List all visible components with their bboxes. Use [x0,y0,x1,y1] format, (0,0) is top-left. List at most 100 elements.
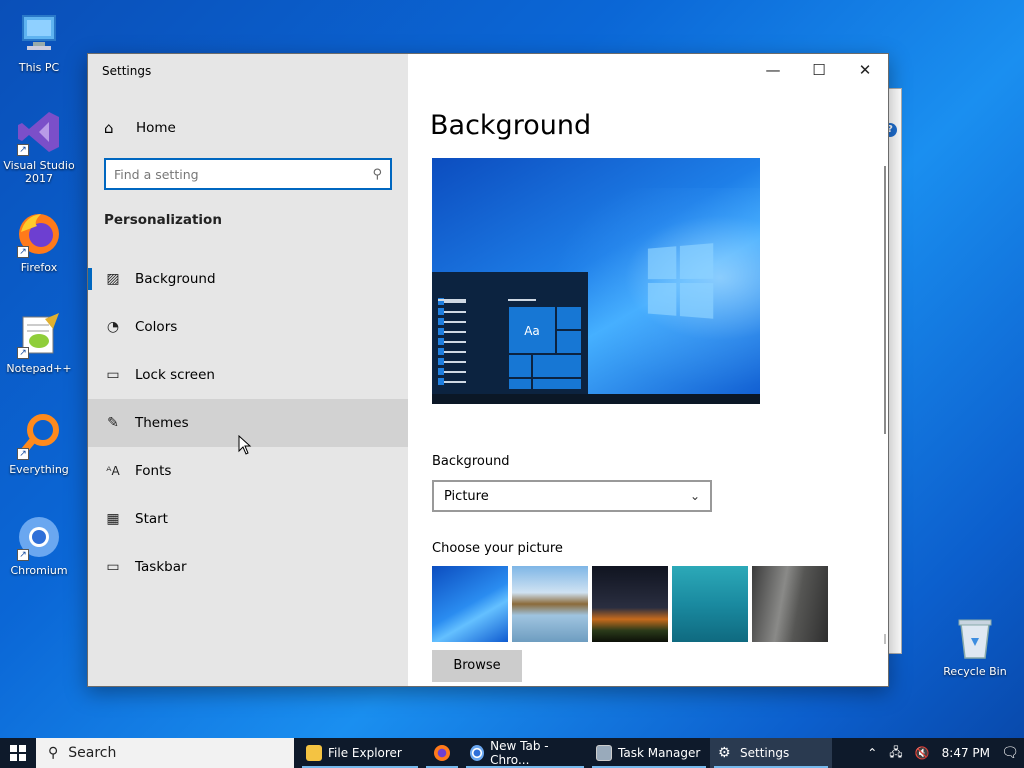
taskbar-task-manager[interactable]: Task Manager [588,738,710,768]
clock[interactable]: 8:47 PM [942,746,990,760]
desktop-icon-recycle-bin[interactable]: Recycle Bin [937,614,1013,678]
settings-window: Settings ⌂ Home ⚲ Personalization ▨ Back… [87,53,889,687]
search-input[interactable] [114,166,373,182]
thumbnail-windows-blue[interactable] [432,566,508,642]
nav-item-colors[interactable]: ◔ Colors [88,303,408,351]
scrollbar[interactable] [884,166,886,434]
taskbar-icon: ▭ [106,559,120,575]
themes-icon: ✎ [107,415,119,431]
taskbar-firefox[interactable] [422,738,462,768]
nav-item-label: Fonts [135,463,172,479]
nav-item-label: Colors [135,319,178,335]
firefox-icon [434,745,450,761]
preview-taskbar [432,394,760,404]
taskbar: ⚲ Search File Explorer New Tab - Chro...… [0,738,1024,768]
nav-item-label: Taskbar [135,559,187,575]
notepadpp-icon: ↗ [15,311,63,359]
page-title: Background [430,110,592,141]
picture-icon: ▨ [106,271,120,287]
network-icon[interactable]: 🖧 [889,743,902,764]
shortcut-arrow-icon: ↗ [17,549,29,561]
browse-button[interactable]: Browse [432,650,522,682]
settings-search-box[interactable]: ⚲ [104,158,392,190]
desktop-icon-label: Chromium [10,564,68,577]
taskbar-chromium[interactable]: New Tab - Chro... [462,738,588,768]
desktop-icon-notepadpp[interactable]: ↗ Notepad++ [1,311,77,375]
settings-sidebar: Settings ⌂ Home ⚲ Personalization ▨ Back… [88,54,408,686]
desktop-icon-this-pc[interactable]: This PC [1,10,77,74]
desktop-icon-visual-studio[interactable]: ↗ Visual Studio 2017 [1,108,77,185]
nav-item-taskbar[interactable]: ▭ Taskbar [88,543,408,591]
background-preview: Aa [432,158,760,404]
close-button[interactable]: ✕ [842,54,888,86]
start-icon: ▦ [106,511,120,527]
background-dropdown[interactable]: Picture ⌄ [432,480,712,512]
windows-logo-icon [10,745,26,761]
taskbar-settings[interactable]: ⚙ Settings [710,738,832,768]
picture-thumbnails [432,566,828,642]
search-icon: ⚲ [48,745,59,761]
shortcut-arrow-icon: ↗ [17,246,29,258]
shortcut-arrow-icon: ↗ [17,347,29,359]
minimize-button[interactable]: — [750,54,796,86]
taskbar-file-explorer[interactable]: File Explorer [298,738,422,768]
everything-search-icon: ↗ [15,412,63,460]
taskbar-item-label: File Explorer [328,746,402,760]
fonts-icon: ᴬA [106,464,120,478]
desktop-icon-label: Firefox [20,261,58,274]
firefox-icon: ↗ [15,210,63,258]
home-label: Home [136,120,176,136]
taskbar-item-label: Settings [740,746,790,760]
start-button[interactable] [0,738,36,768]
background-label: Background [432,454,510,469]
nav-item-label: Background [135,271,216,287]
thumbnail-rock-cliff[interactable] [752,566,828,642]
search-icon: ⚲ [372,166,382,182]
maximize-button[interactable]: ☐ [796,54,842,86]
nav-item-background[interactable]: ▨ Background [88,255,408,303]
desktop-icon-everything[interactable]: ↗ Everything [1,412,77,476]
chevron-up-icon[interactable]: ⌃ [867,746,877,760]
system-tray: ⌃ 🖧 🔇 8:47 PM 🗨 [861,738,1024,768]
desktop-icon-label: Everything [9,463,69,476]
background-dropdown-value: Picture [444,488,489,504]
thumbnail-night-sky[interactable] [592,566,668,642]
chromium-icon [470,745,485,761]
nav-item-label: Lock screen [135,367,215,383]
nav-item-start[interactable]: ▦ Start [88,495,408,543]
section-title: Personalization [104,212,222,228]
nav-item-lock-screen[interactable]: ▭ Lock screen [88,351,408,399]
choose-picture-label: Choose your picture [432,541,563,556]
home-link[interactable]: ⌂ Home [104,118,176,138]
taskbar-item-label: Task Manager [618,746,701,760]
taskbar-search-label: Search [68,745,117,761]
computer-icon [15,10,63,58]
desktop-icon-chromium[interactable]: ↗ Chromium [1,513,77,577]
volume-muted-icon[interactable]: 🔇 [915,746,930,760]
chevron-down-icon: ⌄ [689,489,700,503]
preview-app-list [438,298,466,391]
desktop-icon-firefox[interactable]: ↗ Firefox [1,210,77,274]
shortcut-arrow-icon: ↗ [17,144,29,156]
palette-icon: ◔ [106,319,120,335]
windows-logo-image [647,243,715,321]
desktop-icon-label: Notepad++ [6,362,72,375]
folder-icon [306,745,322,761]
chromium-icon: ↗ [15,513,63,561]
window-controls: — ☐ ✕ [750,54,888,86]
task-manager-icon [596,745,612,761]
gear-icon: ⚙ [718,745,731,761]
desktop-icon-label: Recycle Bin [943,665,1007,678]
taskbar-search[interactable]: ⚲ Search [36,738,294,768]
preview-tile-text: Aa [524,324,540,338]
nav-item-label: Themes [135,415,189,431]
scrollbar-bottom[interactable] [884,634,886,644]
thumbnail-underwater[interactable] [672,566,748,642]
mouse-cursor-icon [238,435,252,455]
lock-screen-icon: ▭ [106,367,120,383]
desktop-icon-label: This PC [18,61,60,74]
settings-content: — ☐ ✕ Background Aa Background Picture ⌄… [408,54,888,686]
action-center-icon[interactable]: 🗨 [996,738,1024,768]
thumbnail-beach-rocks[interactable] [512,566,588,642]
nav-item-label: Start [135,511,168,527]
